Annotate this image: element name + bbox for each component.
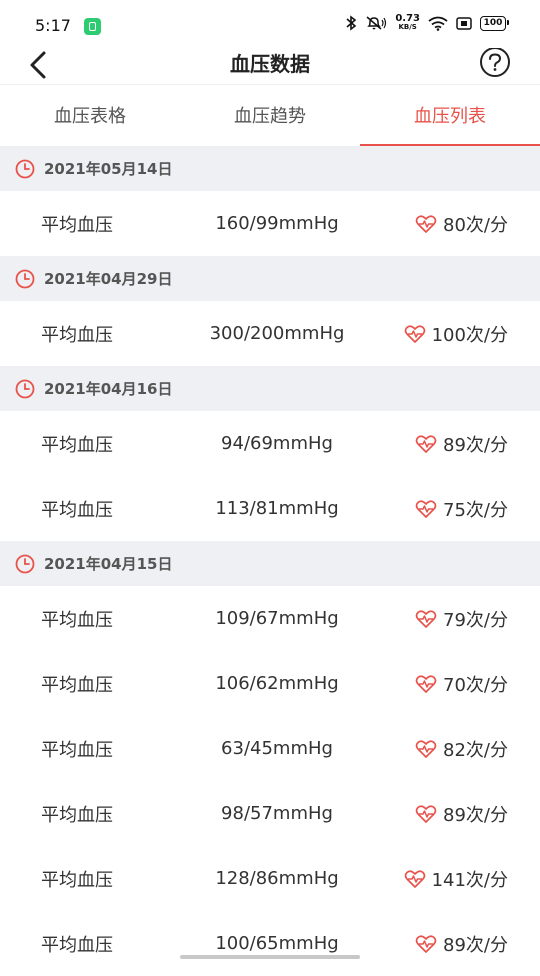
heart-pulse-icon xyxy=(404,324,425,343)
tab-bp-table[interactable]: 血压表格 xyxy=(0,84,180,146)
heart-rate: 82次/分 xyxy=(415,736,508,762)
record-date: 2021年04月16日 xyxy=(44,380,173,398)
bp-record-row[interactable]: 平均血压 106/62mmHg 70次/分 xyxy=(0,651,540,716)
heart-pulse-icon xyxy=(415,434,437,453)
heart-pulse-icon xyxy=(404,869,425,888)
blood-pressure-value: 106/62mmHg xyxy=(215,673,339,694)
heart-rate-value: 89次/分 xyxy=(443,934,508,956)
heart-rate: 89次/分 xyxy=(415,431,508,457)
app-notification-icon xyxy=(84,18,101,35)
blood-pressure-value: 160/99mmHg xyxy=(215,213,339,234)
record-date: 2021年04月15日 xyxy=(44,555,173,573)
date-section-header: 2021年04月15日 xyxy=(0,541,540,586)
wifi-icon xyxy=(428,16,448,31)
network-speed-unit: KB/S xyxy=(398,23,417,31)
record-label: 平均血压 xyxy=(41,434,113,456)
heart-rate-value: 89次/分 xyxy=(443,804,508,826)
record-label: 平均血压 xyxy=(41,804,113,826)
record-date: 2021年04月29日 xyxy=(44,270,173,288)
heart-pulse-icon xyxy=(415,674,437,693)
bp-record-row[interactable]: 平均血压 100/65mmHg 89次/分 xyxy=(0,911,540,976)
blood-pressure-value: 109/67mmHg xyxy=(215,608,339,629)
heart-rate-value: 80次/分 xyxy=(443,214,508,236)
heart-rate-value: 100次/分 xyxy=(431,324,508,346)
record-label: 平均血压 xyxy=(41,869,113,891)
page-title: 血压数据 xyxy=(230,52,310,76)
heart-rate-value: 79次/分 xyxy=(443,609,508,631)
heart-rate: 89次/分 xyxy=(415,931,508,957)
blood-pressure-value: 100/65mmHg xyxy=(215,933,339,954)
clock-icon xyxy=(15,269,35,288)
status-time: 5:17 xyxy=(35,16,71,35)
bp-record-row[interactable]: 平均血压 160/99mmHg 80次/分 xyxy=(0,191,540,256)
tab-bar: 血压表格 血压趋势 血压列表 xyxy=(0,84,540,146)
heart-rate: 75次/分 xyxy=(415,496,508,522)
tab-bp-list[interactable]: 血压列表 xyxy=(360,84,540,146)
record-label: 平均血压 xyxy=(41,214,113,236)
heart-pulse-icon xyxy=(415,609,437,628)
bp-record-row[interactable]: 平均血压 98/57mmHg 89次/分 xyxy=(0,781,540,846)
heart-pulse-icon xyxy=(415,934,437,953)
bp-record-list[interactable]: 2021年05月14日平均血压 160/99mmHg 80次/分 2021年04月29… xyxy=(0,146,540,976)
date-section-header: 2021年04月29日 xyxy=(0,256,540,301)
record-label: 平均血压 xyxy=(41,609,113,631)
record-label: 平均血压 xyxy=(41,674,113,696)
mute-bell-icon xyxy=(366,16,387,30)
heart-pulse-icon xyxy=(415,739,437,758)
record-label: 平均血压 xyxy=(41,934,113,956)
blood-pressure-value: 300/200mmHg xyxy=(209,323,345,344)
heart-rate-value: 70次/分 xyxy=(443,674,508,696)
tab-bp-trend[interactable]: 血压趋势 xyxy=(180,84,360,146)
bp-record-row[interactable]: 平均血压 109/67mmHg 79次/分 xyxy=(0,586,540,651)
blood-pressure-value: 128/86mmHg xyxy=(215,868,339,889)
heart-pulse-icon xyxy=(415,499,437,518)
date-section-header: 2021年05月14日 xyxy=(0,146,540,191)
heart-rate-value: 75次/分 xyxy=(443,499,508,521)
clock-icon xyxy=(15,379,35,398)
home-indicator[interactable] xyxy=(180,955,360,959)
bluetooth-icon xyxy=(346,15,357,31)
clock-icon xyxy=(15,159,35,178)
network-speed-value: 0.73 xyxy=(395,13,420,24)
status-icons: 0.73 KB/S 100 xyxy=(345,14,509,32)
heart-rate: 79次/分 xyxy=(415,606,508,632)
question-circle-icon xyxy=(480,47,510,77)
sim-card-icon xyxy=(456,16,472,30)
heart-rate-value: 82次/分 xyxy=(443,739,508,761)
heart-rate: 70次/分 xyxy=(415,671,508,697)
blood-pressure-value: 94/69mmHg xyxy=(221,433,333,454)
bp-record-row[interactable]: 平均血压 94/69mmHg 89次/分 xyxy=(0,411,540,476)
help-button[interactable] xyxy=(478,47,512,82)
app-header: 血压数据 xyxy=(0,47,540,85)
heart-rate-value: 141次/分 xyxy=(431,869,508,891)
record-label: 平均血压 xyxy=(41,739,113,761)
heart-rate: 141次/分 xyxy=(404,866,508,892)
record-label: 平均血压 xyxy=(41,324,113,346)
record-date: 2021年05月14日 xyxy=(44,160,173,178)
clock-icon xyxy=(15,554,35,573)
heart-rate: 100次/分 xyxy=(404,321,508,347)
heart-rate: 89次/分 xyxy=(415,801,508,827)
battery-icon: 100 xyxy=(480,15,509,31)
blood-pressure-value: 63/45mmHg xyxy=(221,738,333,759)
blood-pressure-value: 113/81mmHg xyxy=(215,498,339,519)
battery-level: 100 xyxy=(483,18,503,28)
bp-record-row[interactable]: 平均血压 63/45mmHg 82次/分 xyxy=(0,716,540,781)
bp-record-row[interactable]: 平均血压 300/200mmHg 100次/分 xyxy=(0,301,540,366)
status-bar: 5:17 0.73 KB/S 100 xyxy=(0,0,540,52)
bp-record-row[interactable]: 平均血压 128/86mmHg 141次/分 xyxy=(0,846,540,911)
heart-rate: 80次/分 xyxy=(415,211,508,237)
heart-pulse-icon xyxy=(415,214,437,233)
blood-pressure-value: 98/57mmHg xyxy=(221,803,333,824)
bp-record-row[interactable]: 平均血压 113/81mmHg 75次/分 xyxy=(0,476,540,541)
network-speed: 0.73 KB/S xyxy=(395,14,420,32)
date-section-header: 2021年04月16日 xyxy=(0,366,540,411)
heart-rate-value: 89次/分 xyxy=(443,434,508,456)
heart-pulse-icon xyxy=(415,804,437,823)
record-label: 平均血压 xyxy=(41,499,113,521)
